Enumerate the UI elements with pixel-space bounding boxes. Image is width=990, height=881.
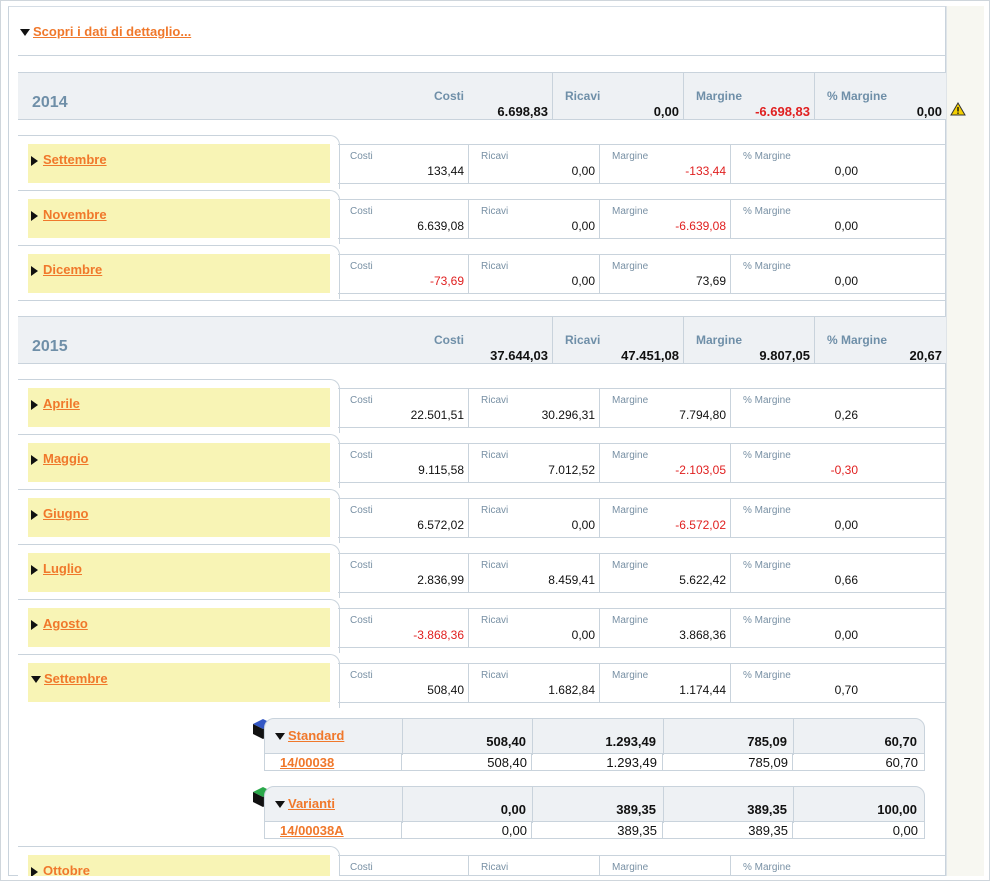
month-row-2015-aprile: Aprile Costi 22.501,51 Ricavi 30.296,31 Ma… [18, 379, 946, 434]
expand-right-icon[interactable] [31, 509, 38, 520]
group-header-varianti: Varianti 0,00 389,35 389,35 100,00 [264, 786, 925, 823]
month-row-2015-agosto: Agosto Costi -3.868,36 Ricavi 0,00 Margine… [18, 599, 946, 654]
expand-right-icon[interactable] [31, 454, 38, 465]
year-margine: Margine -6.698,83 [684, 73, 815, 119]
month-row-2015-giugno: Giugno Costi 6.572,02 Ricavi 0,00 Margine -… [18, 489, 946, 544]
expand-down-icon[interactable] [20, 29, 30, 37]
group-header-standard: Standard 508,40 1.293,49 785,09 60,70 [264, 718, 925, 755]
detail-toggle-link[interactable]: Scopri i dati di dettaglio... [33, 24, 191, 39]
month-row-2014-dicembre: Dicembre Costi -73,69 Ricavi 0,00 Margine 7… [18, 245, 946, 300]
expand-right-icon[interactable] [31, 619, 38, 630]
expand-right-icon[interactable] [31, 155, 38, 166]
month-link[interactable]: Giugno [43, 506, 89, 521]
expand-right-icon[interactable] [31, 564, 38, 575]
year-costi: Costi 6.698,83 [422, 73, 553, 119]
right-strip [946, 6, 984, 876]
month-link[interactable]: Aprile [43, 396, 80, 411]
month-link[interactable]: Settembre [43, 152, 107, 167]
expand-down-icon[interactable] [275, 733, 285, 741]
year-label: 2015 [32, 338, 68, 355]
year-pct-margine: % Margine 0,00 [827, 89, 942, 119]
month-link[interactable]: Settembre [44, 671, 108, 686]
month-row-2015-ottobre: Ottobre Costi Ricavi Margine % Margine [18, 846, 946, 876]
month-row-2015-luglio: Luglio Costi 2.836,99 Ricavi 8.459,41 Marg… [18, 544, 946, 599]
year-header-2014: 2014 Costi 6.698,83 Ricavi 0,00 Margine -6.… [18, 72, 946, 120]
month-row-2014-novembre: Novembre Costi 6.639,08 Ricavi 0,00 Margin… [18, 190, 946, 245]
document-link[interactable]: 14/00038A [280, 823, 344, 838]
table-row: 14/00038A 0,00 389,35 389,35 0,00 [264, 822, 925, 839]
month-link[interactable]: Dicembre [43, 262, 102, 277]
detail-toggle-bar: Scopri i dati di dettaglio... [18, 6, 946, 56]
month-link[interactable]: Novembre [43, 207, 107, 222]
expand-right-icon[interactable] [31, 866, 38, 876]
warning-icon [950, 102, 966, 116]
expand-right-icon[interactable] [31, 265, 38, 276]
month-link[interactable]: Maggio [43, 451, 89, 466]
year-margine: Margine 9.807,05 [684, 317, 815, 363]
month-link[interactable]: Agosto [43, 616, 88, 631]
year-label: 2014 [32, 94, 68, 111]
year-header-2015: 2015 Costi 37.644,03 Ricavi 47.451,08 Marg… [18, 316, 946, 364]
expand-right-icon[interactable] [31, 399, 38, 410]
month-link[interactable]: Ottobre [43, 863, 90, 876]
year-pct-margine: % Margine 20,67 [827, 333, 942, 363]
table-row: 14/00038 508,40 1.293,49 785,09 60,70 [264, 754, 925, 771]
year-ricavi: Ricavi 0,00 [553, 73, 684, 119]
month-row-2014-settembre: Settembre Costi 133,44 Ricavi 0,00 Margine… [18, 135, 946, 190]
month-row-2015-settembre: Settembre Costi 508,40 Ricavi 1.682,84 Mar… [18, 654, 946, 709]
month-link[interactable]: Luglio [43, 561, 82, 576]
month-row-2015-maggio: Maggio Costi 9.115,58 Ricavi 7.012,52 Marg… [18, 434, 946, 489]
group-link[interactable]: Standard [288, 728, 344, 743]
document-link[interactable]: 14/00038 [280, 755, 334, 770]
group-link[interactable]: Varianti [288, 796, 335, 811]
year-costi: Costi 37.644,03 [422, 317, 553, 363]
year-ricavi: Ricavi 47.451,08 [553, 317, 684, 363]
expand-right-icon[interactable] [31, 210, 38, 221]
expand-down-icon[interactable] [31, 676, 41, 684]
expand-down-icon[interactable] [275, 801, 285, 809]
